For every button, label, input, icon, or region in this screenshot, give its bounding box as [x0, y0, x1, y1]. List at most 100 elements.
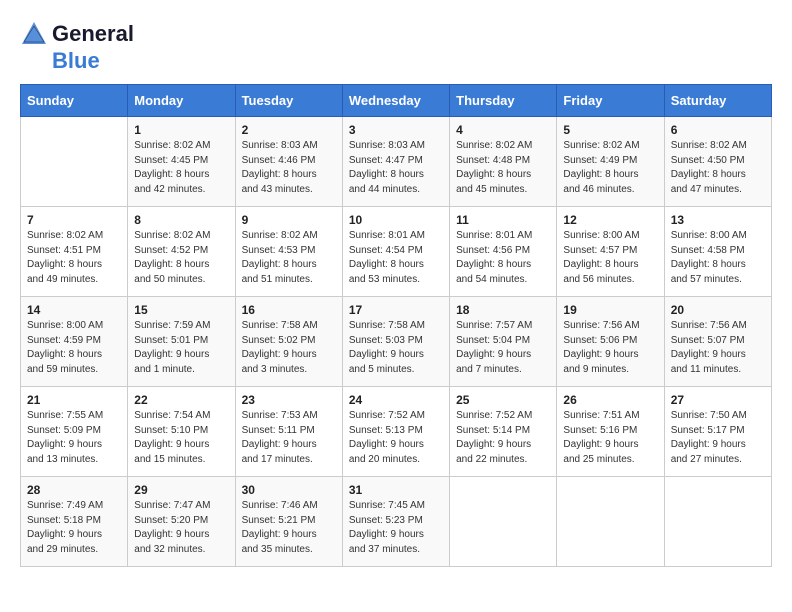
day-info: Sunrise: 7:51 AM Sunset: 5:16 PM Dayligh…	[563, 409, 657, 467]
day-number: 24	[349, 393, 443, 407]
day-number: 20	[671, 303, 765, 317]
day-number: 27	[671, 393, 765, 407]
calendar-cell	[664, 477, 771, 567]
calendar-cell: 4 Sunrise: 8:02 AM Sunset: 4:48 PM Daylig…	[450, 117, 557, 207]
calendar-cell: 23Sunrise: 7:53 AM Sunset: 5:11 PM Dayli…	[235, 387, 342, 477]
day-number: 31	[349, 483, 443, 497]
day-info: Sunrise: 8:01 AM Sunset: 4:56 PM Dayligh…	[456, 229, 550, 287]
calendar-cell: 22 Sunrise: 7:54 AM Sunset: 5:10 PM Dayli…	[128, 387, 235, 477]
day-info: Sunrise: 7:59 AM Sunset: 5:01 PM Dayligh…	[134, 319, 228, 377]
day-info: Sunrise: 7:56 AM Sunset: 5:06 PM Dayligh…	[563, 319, 657, 377]
day-number: 25	[456, 393, 550, 407]
calendar-cell: 31Sunrise: 7:45 AM Sunset: 5:23 PM Dayli…	[342, 477, 449, 567]
calendar-cell: 27Sunrise: 7:50 AM Sunset: 5:17 PM Dayli…	[664, 387, 771, 477]
day-number: 18	[456, 303, 550, 317]
weekday-header: Tuesday	[235, 85, 342, 117]
day-number: 4	[456, 123, 550, 137]
day-info: Sunrise: 7:58 AM Sunset: 5:02 PM Dayligh…	[242, 319, 336, 377]
logo-blue-text: Blue	[52, 48, 100, 74]
calendar-cell: 18 Sunrise: 7:57 AM Sunset: 5:04 PM Dayli…	[450, 297, 557, 387]
day-number: 7	[27, 213, 121, 227]
day-info: Sunrise: 8:00 AM Sunset: 4:59 PM Dayligh…	[27, 319, 121, 377]
day-number: 29	[134, 483, 228, 497]
day-number: 5	[563, 123, 657, 137]
day-number: 2	[242, 123, 336, 137]
week-row: 28 Sunrise: 7:49 AM Sunset: 5:18 PM Dayli…	[21, 477, 772, 567]
calendar-cell: 16 Sunrise: 7:58 AM Sunset: 5:02 PM Dayli…	[235, 297, 342, 387]
logo-icon	[20, 20, 48, 48]
calendar-cell: 9 Sunrise: 8:02 AM Sunset: 4:53 PM Daylig…	[235, 207, 342, 297]
calendar-cell: 17Sunrise: 7:58 AM Sunset: 5:03 PM Dayli…	[342, 297, 449, 387]
calendar-cell: 29 Sunrise: 7:47 AM Sunset: 5:20 PM Dayli…	[128, 477, 235, 567]
day-info: Sunrise: 7:54 AM Sunset: 5:10 PM Dayligh…	[134, 409, 228, 467]
day-number: 11	[456, 213, 550, 227]
calendar-cell	[557, 477, 664, 567]
calendar-cell: 11 Sunrise: 8:01 AM Sunset: 4:56 PM Dayli…	[450, 207, 557, 297]
day-info: Sunrise: 8:02 AM Sunset: 4:48 PM Dayligh…	[456, 139, 550, 197]
calendar-cell: 8Sunrise: 8:02 AM Sunset: 4:52 PM Daylig…	[128, 207, 235, 297]
calendar-cell: 5 Sunrise: 8:02 AM Sunset: 4:49 PM Daylig…	[557, 117, 664, 207]
day-info: Sunrise: 7:57 AM Sunset: 5:04 PM Dayligh…	[456, 319, 550, 377]
calendar-cell: 15 Sunrise: 7:59 AM Sunset: 5:01 PM Dayli…	[128, 297, 235, 387]
day-number: 22	[134, 393, 228, 407]
day-number: 12	[563, 213, 657, 227]
day-number: 14	[27, 303, 121, 317]
day-info: Sunrise: 8:00 AM Sunset: 4:58 PM Dayligh…	[671, 229, 765, 287]
day-number: 9	[242, 213, 336, 227]
logo: General Blue	[20, 20, 134, 74]
weekday-header: Sunday	[21, 85, 128, 117]
day-info: Sunrise: 7:49 AM Sunset: 5:18 PM Dayligh…	[27, 499, 121, 557]
day-info: Sunrise: 7:52 AM Sunset: 5:14 PM Dayligh…	[456, 409, 550, 467]
calendar-cell: 6 Sunrise: 8:02 AM Sunset: 4:50 PM Daylig…	[664, 117, 771, 207]
day-number: 13	[671, 213, 765, 227]
week-row: 14 Sunrise: 8:00 AM Sunset: 4:59 PM Dayli…	[21, 297, 772, 387]
week-row: 21 Sunrise: 7:55 AM Sunset: 5:09 PM Dayli…	[21, 387, 772, 477]
day-info: Sunrise: 7:56 AM Sunset: 5:07 PM Dayligh…	[671, 319, 765, 377]
day-number: 30	[242, 483, 336, 497]
week-row: 7 Sunrise: 8:02 AM Sunset: 4:51 PM Daylig…	[21, 207, 772, 297]
day-number: 3	[349, 123, 443, 137]
day-info: Sunrise: 8:01 AM Sunset: 4:54 PM Dayligh…	[349, 229, 443, 287]
calendar-cell: 10 Sunrise: 8:01 AM Sunset: 4:54 PM Dayli…	[342, 207, 449, 297]
calendar-cell: 28 Sunrise: 7:49 AM Sunset: 5:18 PM Dayli…	[21, 477, 128, 567]
weekday-header: Thursday	[450, 85, 557, 117]
calendar-header: SundayMondayTuesdayWednesdayThursdayFrid…	[21, 85, 772, 117]
calendar-cell: 21 Sunrise: 7:55 AM Sunset: 5:09 PM Dayli…	[21, 387, 128, 477]
day-info: Sunrise: 7:47 AM Sunset: 5:20 PM Dayligh…	[134, 499, 228, 557]
day-number: 10	[349, 213, 443, 227]
calendar-cell: 25 Sunrise: 7:52 AM Sunset: 5:14 PM Dayli…	[450, 387, 557, 477]
day-info: Sunrise: 8:02 AM Sunset: 4:51 PM Dayligh…	[27, 229, 121, 287]
day-number: 15	[134, 303, 228, 317]
day-info: Sunrise: 7:46 AM Sunset: 5:21 PM Dayligh…	[242, 499, 336, 557]
day-number: 16	[242, 303, 336, 317]
day-info: Sunrise: 8:02 AM Sunset: 4:50 PM Dayligh…	[671, 139, 765, 197]
day-number: 1	[134, 123, 228, 137]
day-number: 19	[563, 303, 657, 317]
weekday-header: Saturday	[664, 85, 771, 117]
day-info: Sunrise: 8:02 AM Sunset: 4:49 PM Dayligh…	[563, 139, 657, 197]
weekday-header: Friday	[557, 85, 664, 117]
day-info: Sunrise: 8:03 AM Sunset: 4:46 PM Dayligh…	[242, 139, 336, 197]
calendar-cell: 3Sunrise: 8:03 AM Sunset: 4:47 PM Daylig…	[342, 117, 449, 207]
weekday-row: SundayMondayTuesdayWednesdayThursdayFrid…	[21, 85, 772, 117]
calendar-cell: 24Sunrise: 7:52 AM Sunset: 5:13 PM Dayli…	[342, 387, 449, 477]
day-number: 21	[27, 393, 121, 407]
day-number: 28	[27, 483, 121, 497]
day-info: Sunrise: 8:02 AM Sunset: 4:52 PM Dayligh…	[134, 229, 228, 287]
calendar-cell: 2 Sunrise: 8:03 AM Sunset: 4:46 PM Daylig…	[235, 117, 342, 207]
day-number: 6	[671, 123, 765, 137]
logo-general-text: General	[52, 21, 134, 47]
calendar-cell: 19 Sunrise: 7:56 AM Sunset: 5:06 PM Dayli…	[557, 297, 664, 387]
calendar-cell: 1Sunrise: 8:02 AM Sunset: 4:45 PM Daylig…	[128, 117, 235, 207]
calendar-cell: 13 Sunrise: 8:00 AM Sunset: 4:58 PM Dayli…	[664, 207, 771, 297]
weekday-header: Monday	[128, 85, 235, 117]
page-header: General Blue	[20, 20, 772, 74]
day-info: Sunrise: 8:02 AM Sunset: 4:53 PM Dayligh…	[242, 229, 336, 287]
calendar-cell: 30 Sunrise: 7:46 AM Sunset: 5:21 PM Dayli…	[235, 477, 342, 567]
calendar-cell: 26 Sunrise: 7:51 AM Sunset: 5:16 PM Dayli…	[557, 387, 664, 477]
day-number: 17	[349, 303, 443, 317]
calendar-cell: 7 Sunrise: 8:02 AM Sunset: 4:51 PM Daylig…	[21, 207, 128, 297]
calendar-cell: 12Sunrise: 8:00 AM Sunset: 4:57 PM Dayli…	[557, 207, 664, 297]
day-number: 26	[563, 393, 657, 407]
day-info: Sunrise: 7:55 AM Sunset: 5:09 PM Dayligh…	[27, 409, 121, 467]
